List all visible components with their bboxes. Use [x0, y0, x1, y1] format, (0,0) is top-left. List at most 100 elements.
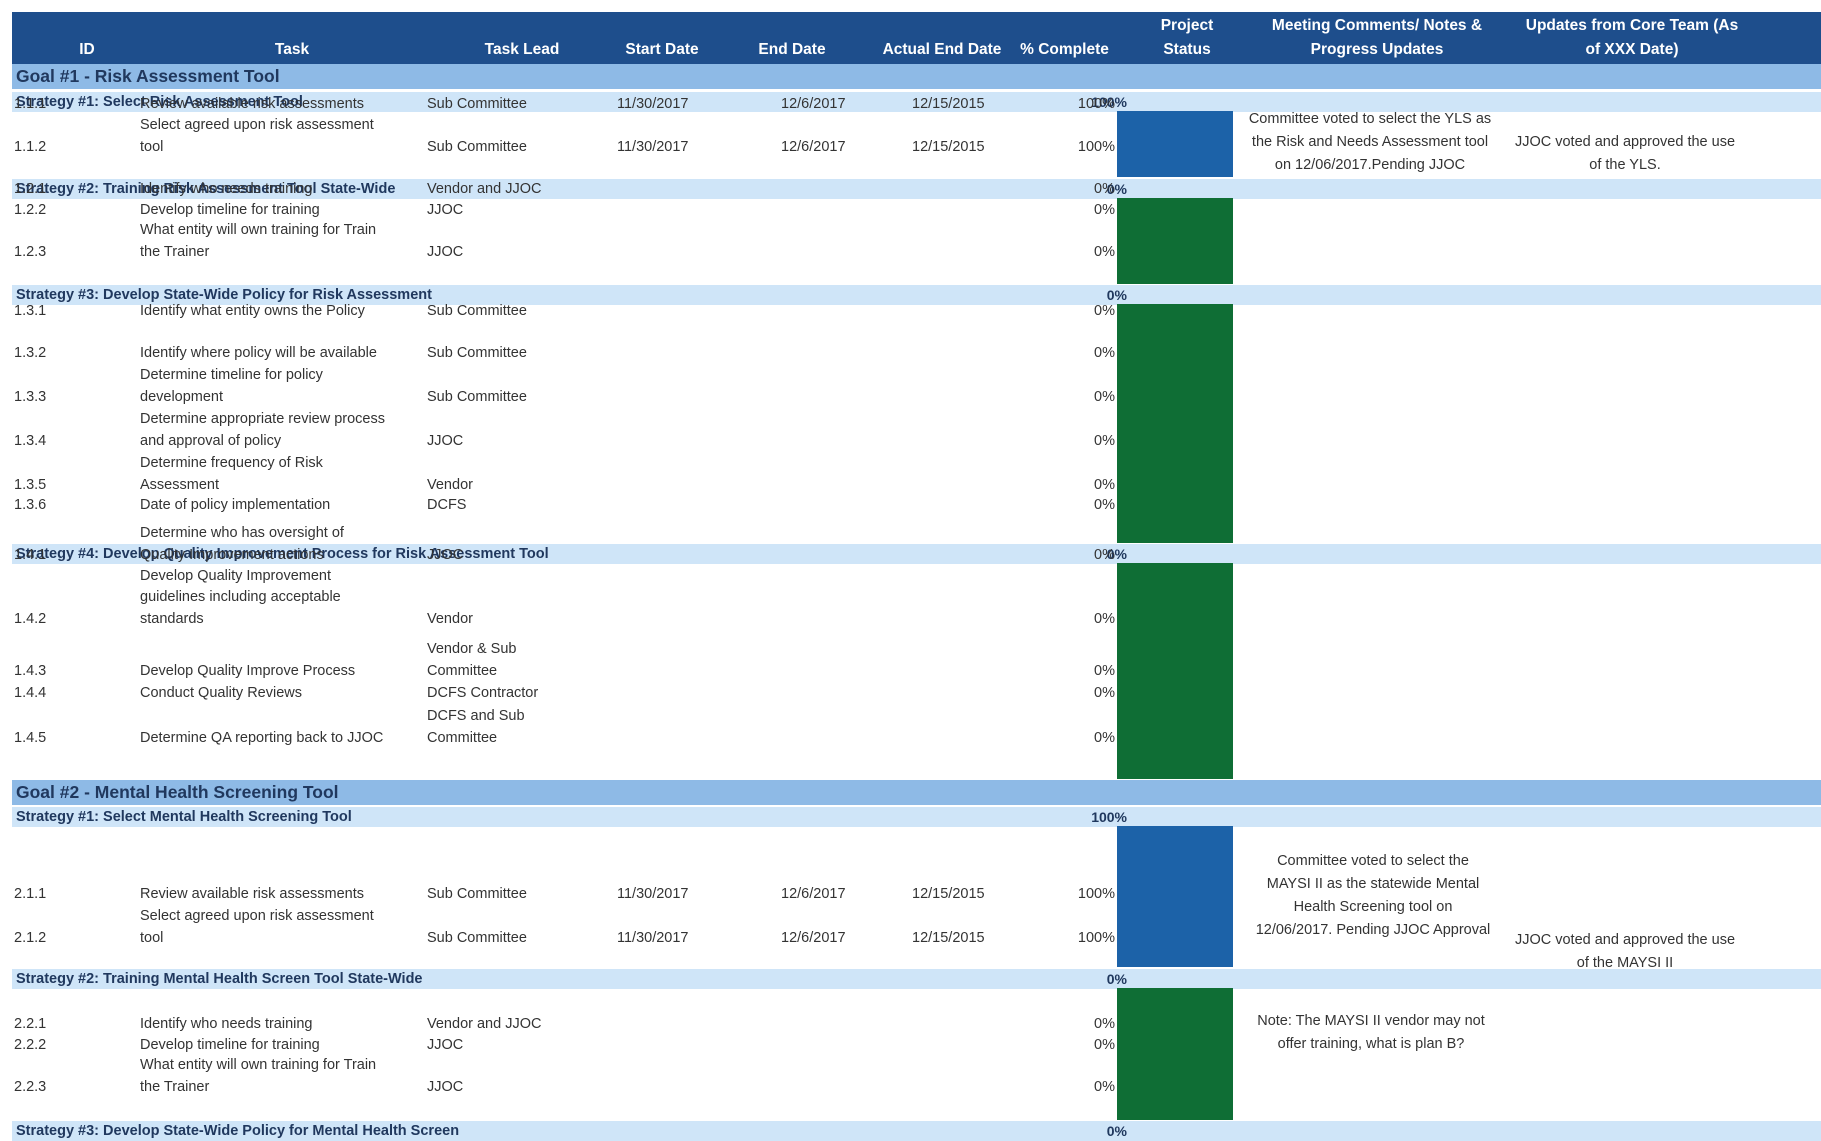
- task-description: Determine frequency of Risk Assessment: [140, 455, 323, 493]
- project-status-indicator: [1117, 826, 1233, 967]
- strategy-band: Strategy #2: Training Mental Health Scre…: [12, 969, 1821, 989]
- task-table: Goal #1 - Risk Assessment Tool Strategy #…: [0, 0, 1821, 1141]
- task-lead: Vendor: [427, 610, 473, 627]
- task-pct-complete: 0%: [1094, 201, 1115, 218]
- task-description: Develop Quality Improvement guidelines i…: [140, 567, 341, 627]
- task-id: 1.2.1: [14, 180, 47, 197]
- strategy-band: Strategy #3: Develop State-Wide Policy f…: [12, 1121, 1821, 1141]
- task-pct-complete: 0%: [1094, 1078, 1115, 1095]
- project-status-indicator: [1117, 304, 1233, 543]
- task-pct-complete: 0%: [1094, 1036, 1115, 1053]
- task-pct-complete: 0%: [1094, 243, 1115, 260]
- task-lead: Vendor and JJOC: [427, 1015, 542, 1032]
- end-date: 12/6/2017: [781, 929, 846, 946]
- task-lead: DCFS Contractor: [427, 684, 539, 701]
- task-id: 2.2.3: [14, 1078, 47, 1095]
- task-description: Determine appropriate review process and…: [140, 411, 385, 449]
- task-lead: Vendor: [427, 476, 473, 493]
- task-id: 2.2.1: [14, 1015, 47, 1032]
- meeting-comment: Committee voted to select the MAYSI II a…: [1255, 853, 1491, 938]
- task-pct-complete: 0%: [1094, 180, 1115, 197]
- goal-band: Goal #1 - Risk Assessment Tool: [12, 64, 1821, 89]
- task-id: 1.3.6: [14, 496, 47, 513]
- task-pct-complete: 0%: [1094, 1015, 1115, 1032]
- task-id: 1.4.3: [14, 662, 47, 679]
- task-id: 1.3.2: [14, 344, 47, 361]
- task-pct-complete: 0%: [1094, 302, 1115, 319]
- task-description: What entity will own training for Train …: [140, 1057, 377, 1095]
- task-description: Review available risk assessments: [140, 885, 365, 902]
- task-lead: Sub Committee: [427, 138, 527, 155]
- project-status-indicator: [1117, 988, 1233, 1120]
- actual-end-date: 12/15/2015: [912, 95, 985, 112]
- task-pct-complete: 100%: [1077, 929, 1115, 946]
- task-pct-complete: 0%: [1094, 684, 1115, 701]
- strategy-pct-complete: 0%: [1106, 1123, 1127, 1139]
- task-description: What entity will own training for Train …: [140, 222, 377, 260]
- start-date: 11/30/2017: [617, 885, 689, 902]
- task-id: 1.4.5: [14, 729, 47, 746]
- task-description: Select agreed upon risk assessment tool: [140, 908, 374, 946]
- actual-end-date: 12/15/2015: [912, 138, 985, 155]
- core-team-update: JJOC voted and approved the use of the Y…: [1514, 134, 1736, 173]
- task-description: Identify who needs training: [140, 180, 313, 197]
- strategy-band: Strategy #1: Select Mental Health Screen…: [12, 807, 1821, 827]
- task-id: 1.1.1: [14, 95, 47, 112]
- task-id: 1.2.3: [14, 243, 47, 260]
- task-id: 2.2.2: [14, 1036, 47, 1053]
- end-date: 12/6/2017: [781, 885, 846, 902]
- task-lead: JJOC: [427, 243, 464, 260]
- task-id: 1.2.2: [14, 201, 47, 218]
- task-pct-complete: 0%: [1094, 388, 1115, 405]
- task-lead: Vendor & Sub Committee: [427, 641, 517, 679]
- task-lead: DCFS and Sub Committee: [427, 708, 525, 746]
- task-lead: JJOC: [427, 1078, 464, 1095]
- end-date: 12/6/2017: [781, 95, 846, 112]
- meeting-comment: Note: The MAYSI II vendor may not offer …: [1257, 1013, 1485, 1052]
- project-status-indicator: [1117, 111, 1233, 177]
- task-lead: Sub Committee: [427, 388, 527, 405]
- task-id: 1.3.4: [14, 432, 47, 449]
- task-description: Select agreed upon risk assessment tool: [140, 117, 374, 155]
- start-date: 11/30/2017: [617, 138, 689, 155]
- task-description: Determine who has oversight of Quality I…: [140, 525, 344, 563]
- task-lead: JJOC: [427, 546, 464, 563]
- task-pct-complete: 0%: [1094, 496, 1115, 513]
- task-description: Identify where policy will be available: [140, 344, 377, 361]
- task-id: 2.1.1: [14, 885, 47, 902]
- actual-end-date: 12/15/2015: [912, 929, 985, 946]
- task-pct-complete: 0%: [1094, 546, 1115, 563]
- task-id: 1.4.1: [14, 546, 47, 563]
- task-description: Review available risk assessments: [140, 95, 365, 112]
- strategy-pct-complete: 0%: [1106, 971, 1127, 987]
- task-description: Identify what entity owns the Policy: [140, 302, 365, 319]
- task-id: 2.1.2: [14, 929, 47, 946]
- task-id: 1.3.5: [14, 476, 47, 493]
- task-description: Determine QA reporting back to JJOC: [140, 729, 384, 746]
- task-pct-complete: 0%: [1094, 344, 1115, 361]
- task-lead: Sub Committee: [427, 95, 527, 112]
- task-lead: JJOC: [427, 432, 464, 449]
- project-status-indicator: [1117, 563, 1233, 779]
- task-pct-complete: 0%: [1094, 476, 1115, 493]
- task-pct-complete: 0%: [1094, 662, 1115, 679]
- task-id: 1.1.2: [14, 138, 47, 155]
- actual-end-date: 12/15/2015: [912, 885, 985, 902]
- task-lead: Sub Committee: [427, 344, 527, 361]
- task-pct-complete: 100%: [1077, 138, 1115, 155]
- task-description: Conduct Quality Reviews: [140, 684, 302, 701]
- task-description: Develop timeline for training: [140, 201, 320, 218]
- task-pct-complete: 0%: [1094, 432, 1115, 449]
- meeting-comment: Committee voted to select the YLS as the…: [1248, 111, 1492, 173]
- start-date: 11/30/2017: [617, 929, 689, 946]
- task-id: 1.3.3: [14, 388, 47, 405]
- strategy-title: Strategy #1: Select Mental Health Screen…: [16, 809, 352, 825]
- strategy-pct-complete: 100%: [1091, 809, 1127, 825]
- task-lead: DCFS: [427, 496, 467, 513]
- goal-title: Goal #2 - Mental Health Screening Tool: [16, 782, 339, 802]
- task-lead: Sub Committee: [427, 885, 527, 902]
- task-id: 1.4.4: [14, 684, 47, 701]
- task-lead: Vendor and JJOC: [427, 180, 542, 197]
- task-lead: JJOC: [427, 201, 464, 218]
- task-id: 1.3.1: [14, 302, 47, 319]
